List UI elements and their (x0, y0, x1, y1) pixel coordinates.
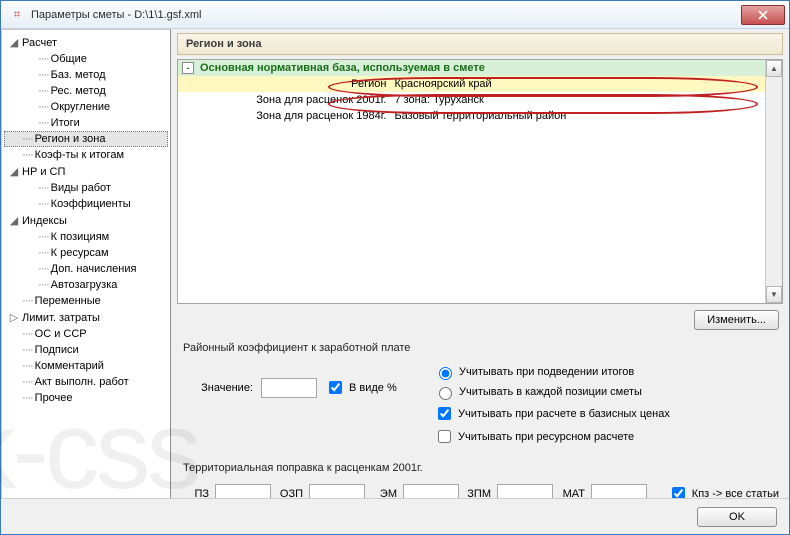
close-icon (758, 10, 768, 20)
sidebar-item-label: Автозагрузка (51, 279, 118, 291)
sidebar-item-label: Баз. метод (51, 69, 106, 81)
list-row[interactable]: Зона для расценок 1984г.Базовый территор… (178, 108, 765, 124)
sidebar-item-label: Виды работ (51, 182, 111, 194)
sidebar-item-label: Итоги (51, 117, 80, 129)
listbox-rows: -Основная нормативная база, используемая… (178, 60, 765, 303)
sidebar-item[interactable]: ····Коэффициенты (4, 196, 168, 212)
sidebar-item-label: Подписи (35, 344, 79, 356)
value-label: Значение: (183, 382, 253, 394)
sidebar-item[interactable]: ····Рес. метод (4, 83, 168, 99)
list-row[interactable]: Зона для расценок 2001г.7 зона: Туруханс… (178, 92, 765, 108)
sidebar-item-label: Регион и зона (35, 133, 106, 145)
sidebar-item[interactable]: ····Переменные (4, 293, 168, 309)
list-row-value: Красноярский край (390, 78, 761, 90)
sidebar-item[interactable]: ····Автозагрузка (4, 277, 168, 293)
sidebar-item-label: Комментарий (35, 360, 104, 372)
percent-label: В виде % (349, 382, 397, 394)
sidebar-item[interactable]: ◢Индексы (4, 212, 168, 229)
coef-options: Учитывать при подведении итогов Учитывать… (434, 362, 779, 448)
sidebar-item[interactable]: ····Итоги (4, 115, 168, 131)
sidebar-item-label: К позициям (51, 231, 110, 243)
list-row-label: Зона для расценок 1984г. (182, 110, 390, 122)
coef-option-input[interactable] (439, 387, 452, 400)
sidebar-item-label: Коэф-ты к итогам (35, 149, 124, 161)
coef-option-input[interactable] (438, 407, 451, 420)
sidebar-item[interactable]: ····Подписи (4, 342, 168, 358)
dialog-footer: OK (1, 498, 789, 534)
list-row-value: Базовый территориальный район (390, 110, 761, 122)
sidebar-item-label: Прочее (35, 392, 73, 404)
collapse-icon[interactable]: - (182, 62, 194, 74)
sidebar-item[interactable]: ····К позициям (4, 229, 168, 245)
sidebar-item[interactable]: ····Виды работ (4, 180, 168, 196)
terr-title: Территориальная поправка к расценкам 200… (171, 450, 789, 480)
list-row-label: Регион (182, 78, 390, 90)
sidebar-item[interactable]: ····Общие (4, 51, 168, 67)
percent-checkbox-input[interactable] (329, 381, 342, 394)
content-panel: Регион и зона -Основная нормативная база… (171, 29, 789, 534)
sidebar-item-label: Акт выполн. работ (35, 376, 129, 388)
dialog-body: ◢Расчет····Общие····Баз. метод····Рес. м… (1, 29, 789, 534)
list-group-label: Основная нормативная база, используемая … (200, 62, 485, 74)
list-row[interactable]: РегионКрасноярский край (178, 76, 765, 92)
coef-option-label: Учитывать при расчете в базисных ценах (458, 408, 670, 420)
sidebar-item[interactable]: ····Баз. метод (4, 67, 168, 83)
sidebar-item-label: Переменные (35, 295, 101, 307)
sidebar-item-label: Индексы (22, 215, 67, 227)
sidebar-item[interactable]: ····Прочее (4, 390, 168, 406)
coef-option[interactable]: Учитывать при ресурсном расчете (434, 425, 779, 448)
sidebar-item[interactable]: ◢Расчет (4, 34, 168, 51)
sidebar-item-label: НР и СП (22, 166, 65, 178)
coef-title: Районный коэффициент к заработной плате (171, 334, 789, 360)
coef-option-label: Учитывать при подведении итогов (459, 366, 634, 378)
sidebar-item-label: Лимит. затраты (22, 312, 100, 324)
sidebar-item-label: ОС и ССР (35, 328, 87, 340)
sidebar-item[interactable]: ▷Лимит. затраты (4, 309, 168, 326)
change-button[interactable]: Изменить... (694, 310, 779, 330)
app-icon: ⌗ (9, 7, 25, 23)
sidebar-item[interactable]: ····Округление (4, 99, 168, 115)
titlebar: ⌗ Параметры сметы - D:\1\1.gsf.xml (1, 1, 789, 29)
coef-option-input[interactable] (439, 367, 452, 380)
coef-option-input[interactable] (438, 430, 451, 443)
coef-option-label: Учитывать в каждой позиции сметы (459, 386, 642, 398)
sidebar-item-label: Рес. метод (51, 85, 106, 97)
coef-option[interactable]: Учитывать в каждой позиции сметы (434, 382, 779, 402)
sidebar-item-label: Доп. начисления (51, 263, 137, 275)
sidebar-item[interactable]: ····Акт выполн. работ (4, 374, 168, 390)
list-row-value: 7 зона: Туруханск (390, 94, 761, 106)
sidebar-item-label: Расчет (22, 37, 57, 49)
coef-option[interactable]: Учитывать при расчете в базисных ценах (434, 402, 779, 425)
list-row-label: Зона для расценок 2001г. (182, 94, 390, 106)
scroll-up-button[interactable]: ▲ (766, 60, 782, 77)
sidebar-item[interactable]: ····Комментарий (4, 358, 168, 374)
dialog-window: ⌗ Параметры сметы - D:\1\1.gsf.xml ◢Расч… (0, 0, 790, 535)
sidebar-item[interactable]: ◢НР и СП (4, 163, 168, 180)
sidebar-item[interactable]: ····Регион и зона (4, 131, 168, 147)
scrollbar[interactable]: ▲ ▼ (765, 60, 782, 303)
coef-option[interactable]: Учитывать при подведении итогов (434, 362, 779, 382)
close-button[interactable] (741, 5, 785, 25)
coef-value-input[interactable] (261, 378, 317, 398)
panel-header: Регион и зона (177, 33, 783, 55)
percent-checkbox[interactable]: В виде % (325, 376, 397, 399)
sidebar-item-label: Коэффициенты (51, 198, 131, 210)
sidebar-item-label: К ресурсам (51, 247, 109, 259)
window-title: Параметры сметы - D:\1\1.gsf.xml (31, 9, 741, 21)
sidebar-item-label: Округление (51, 101, 111, 113)
ok-button[interactable]: OK (697, 507, 777, 527)
scroll-down-button[interactable]: ▼ (766, 286, 782, 303)
coef-option-label: Учитывать при ресурсном расчете (458, 431, 634, 443)
list-group-row[interactable]: -Основная нормативная база, используемая… (178, 60, 765, 76)
sidebar-item[interactable]: ····Доп. начисления (4, 261, 168, 277)
region-listbox[interactable]: -Основная нормативная база, используемая… (177, 59, 783, 304)
sidebar-item-label: Общие (51, 53, 87, 65)
sidebar-tree[interactable]: ◢Расчет····Общие····Баз. метод····Рес. м… (1, 29, 171, 534)
sidebar-item[interactable]: ····ОС и ССР (4, 326, 168, 342)
sidebar-item[interactable]: ····К ресурсам (4, 245, 168, 261)
sidebar-item[interactable]: ····Коэф-ты к итогам (4, 147, 168, 163)
